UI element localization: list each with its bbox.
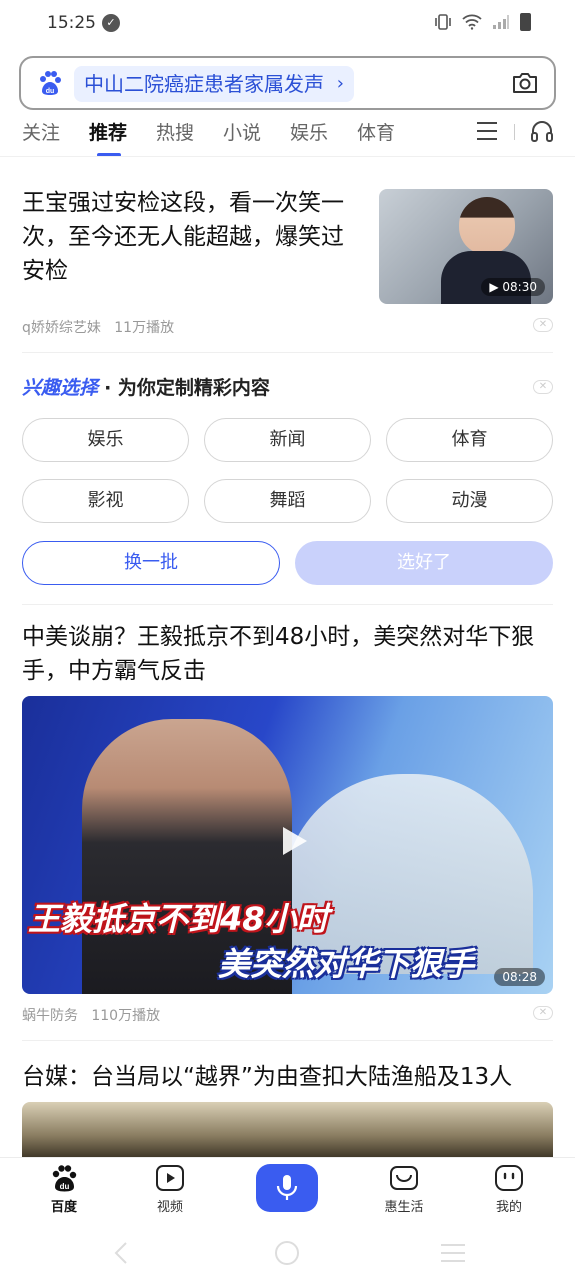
video-play-icon [156,1165,184,1191]
article1-meta: q娇娇综艺妹 11万播放 [22,317,174,337]
interest-heading: 兴趣选择 · 为你定制精彩内容 [22,373,270,400]
article3-thumbnail[interactable] [22,1102,553,1158]
chevron-right-icon: › [336,73,344,94]
article2-title[interactable]: 中美谈崩？王毅抵京不到48小时，美突然对华下狠手，中方霸气反击 [22,620,553,688]
interest-option-dance[interactable]: 舞蹈 [204,479,371,523]
bottom-navigation: du 百度 视频 惠生活 我的 [0,1157,575,1229]
svg-text:du: du [46,88,55,95]
interest-dismiss-icon[interactable]: ✕ [533,380,553,394]
nav-item-life[interactable]: 惠生活 [359,1164,449,1215]
interest-heading-highlight: 兴趣选择 [22,377,99,399]
camera-icon[interactable] [512,72,538,94]
voice-search-button[interactable] [256,1164,318,1212]
nav-label-life: 惠生活 [384,1200,424,1215]
done-button[interactable]: 选好了 [295,541,553,585]
tab-hot-search[interactable]: 热搜 [156,118,194,145]
tab-recommend[interactable]: 推荐 [89,118,127,145]
nav-item-baidu[interactable]: du 百度 [19,1164,109,1215]
battery-icon [520,13,531,31]
interest-heading-rest: · 为你定制精彩内容 [104,377,270,399]
video-caption-line1: 王毅抵京不到48小时 [28,900,329,938]
nav-item-video[interactable]: 视频 [125,1164,215,1215]
divider [22,352,553,353]
status-icons [434,13,531,31]
dismiss-icon[interactable]: ✕ [533,1006,553,1020]
article2-video-thumbnail[interactable]: 王毅抵京不到48小时 美突然对华下狠手 08:28 [22,696,553,994]
article3-title[interactable]: 台媒：台当局以“越界”为由查扣大陆渔船及13人 [22,1060,553,1094]
baidu-logo-icon: du [40,71,61,95]
channel-tabs: 关注 推荐 热搜 小说 娱乐 体育 [0,118,575,160]
tabs-divider [0,156,575,157]
article2-meta: 蜗牛防务 110万播放 [22,1005,160,1025]
interest-option-news[interactable]: 新闻 [204,418,371,462]
wifi-icon [462,14,482,30]
system-navigation-bar [0,1229,575,1280]
tab-novel[interactable]: 小说 [223,118,261,145]
video-caption-line2: 美突然对华下狠手 [218,945,475,983]
video-duration-badge: 08:28 [494,968,545,986]
search-bar[interactable]: du 中山二院癌症患者家属发声 › [19,56,556,110]
menu-icon[interactable] [476,121,498,141]
nav-label-baidu: 百度 [50,1200,77,1215]
interest-option-entertainment[interactable]: 娱乐 [22,418,189,462]
interest-option-anime[interactable]: 动漫 [386,479,553,523]
profile-face-icon [495,1165,523,1191]
search-suggestion-text: 中山二院癌症患者家属发声 [84,72,324,96]
vibrate-icon [435,14,451,30]
article1-plays: 11万播放 [114,320,175,336]
status-time: 15:25 [47,13,96,33]
tab-follow[interactable]: 关注 [22,118,60,145]
tab-divider [514,124,515,140]
nav-label-mine: 我的 [495,1200,522,1215]
dismiss-icon[interactable]: ✕ [533,318,553,332]
shopping-bag-icon [390,1166,418,1190]
refresh-button[interactable]: 换一批 [22,541,280,585]
article1-title[interactable]: 王宝强过安检这段，看一次笑一次，至今还无人能超越，爆笑过安检 [22,186,362,288]
article2-source: 蜗牛防务 [22,1008,78,1024]
video-duration-badge: ▶ 08:30 [481,278,545,296]
home-icon[interactable] [275,1241,299,1265]
interest-option-sports[interactable]: 体育 [386,418,553,462]
article1-thumbnail[interactable]: ▶ 08:30 [379,189,553,304]
tab-entertainment[interactable]: 娱乐 [290,118,328,145]
signal-icon [493,15,509,29]
nav-label-video: 视频 [156,1200,183,1215]
article2-plays: 110万播放 [91,1008,161,1024]
baidu-paw-icon: du [52,1165,77,1192]
notification-check-icon: ✓ [102,14,120,32]
back-icon[interactable] [112,1241,130,1265]
status-bar: 15:25 ✓ [0,0,575,48]
interest-option-film[interactable]: 影视 [22,479,189,523]
divider [22,604,553,605]
divider [22,1040,553,1041]
recent-apps-icon[interactable] [440,1243,466,1263]
article1-person-head [459,197,515,255]
microphone-icon [276,1175,298,1200]
svg-text:du: du [60,1182,70,1191]
tab-sports[interactable]: 体育 [357,118,395,145]
nav-item-mine[interactable]: 我的 [464,1164,554,1215]
headphone-icon[interactable] [530,120,554,142]
search-suggestion-chip[interactable]: 中山二院癌症患者家属发声 › [74,66,354,102]
play-icon[interactable] [270,819,314,863]
article1-source: q娇娇综艺妹 [22,320,101,336]
